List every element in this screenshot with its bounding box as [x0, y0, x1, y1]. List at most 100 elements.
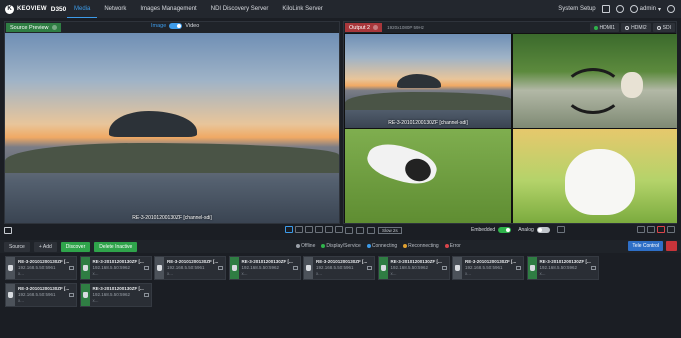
- video-label: Video: [185, 23, 200, 29]
- card-extra: x...: [241, 271, 248, 276]
- embedded-switch[interactable]: [498, 226, 512, 233]
- source-preview-video[interactable]: RE-3-20101200130ZF [channel-sdi]: [5, 33, 339, 223]
- window-icon[interactable]: [601, 5, 610, 13]
- delete-inactive-button[interactable]: Delete Inactive: [94, 241, 138, 252]
- preview-view-controls: [285, 226, 343, 233]
- layout-1-icon[interactable]: [637, 226, 645, 233]
- card-body: RE-3-20101200130ZF [... 192.168.5.50:5961…: [462, 257, 523, 279]
- source-button[interactable]: Source: [4, 241, 30, 252]
- power-icon[interactable]: [667, 5, 675, 13]
- brand-name: KEOVIEW: [17, 6, 47, 12]
- card-preview-icon[interactable]: [143, 266, 149, 270]
- source-card[interactable]: RE-3-20101200130ZF [... 192.168.5.50:5962…: [377, 256, 450, 280]
- tele-control-button[interactable]: Tele Control: [628, 241, 663, 251]
- source-card[interactable]: RE-3-20101200130ZF [... 192.168.5.50:5962…: [526, 256, 599, 280]
- source-device-icon: [231, 265, 237, 271]
- output-tile-1[interactable]: RE-3-20101200130ZF [channel-sdi]: [345, 34, 511, 128]
- output-tab[interactable]: Output 2: [345, 23, 383, 32]
- toolbar-right: Tele Control: [628, 241, 677, 251]
- tele-control-label: Tele Control: [632, 243, 659, 249]
- layout-icon[interactable]: [356, 226, 364, 234]
- source-card[interactable]: RE-3-20101200130ZF [... 192.168.5.50:5962…: [79, 283, 152, 307]
- source-toolbar: Source + Add Discover Delete Inactive Of…: [0, 240, 681, 253]
- snapshot-icon[interactable]: [4, 226, 12, 234]
- source-card[interactable]: RE-3-20101200130ZF [... 192.168.5.50:5961…: [452, 256, 524, 280]
- card-body: RE-3-20101200130ZF [... 192.168.5.50:5962…: [537, 257, 598, 279]
- tab-hdmi2[interactable]: HDMI2: [621, 23, 651, 32]
- source-card[interactable]: RE-3-20101200130ZF [... 192.168.5.50:5962…: [79, 256, 152, 280]
- source-card[interactable]: RE-3-20101200130ZF [... 192.168.5.50:5961…: [5, 256, 77, 280]
- card-preview-icon[interactable]: [143, 293, 149, 297]
- card-extra: x...: [92, 298, 99, 303]
- island-shape: [397, 74, 441, 88]
- coastline-shape: [5, 143, 339, 173]
- tab-hdmi1[interactable]: HDMI1: [589, 23, 620, 32]
- discover-button[interactable]: Discover: [60, 241, 91, 252]
- card-extra: x...: [18, 298, 25, 303]
- card-preview-icon[interactable]: [590, 266, 596, 270]
- status-dot-icon: [625, 25, 630, 30]
- source-card[interactable]: RE-3-20101200130ZF [... 192.168.5.50:5961…: [303, 256, 375, 280]
- logo-icon: K: [5, 4, 14, 14]
- output-tile-2[interactable]: [513, 34, 677, 128]
- card-extra: x...: [18, 271, 25, 276]
- grid-icon[interactable]: [367, 226, 375, 234]
- output-tile-4[interactable]: [513, 129, 677, 223]
- source-card[interactable]: RE-3-20101200130ZF [... 192.168.5.50:5961…: [154, 256, 226, 280]
- audio-settings-icon[interactable]: [556, 226, 565, 233]
- card-body: RE-3-20101200130ZF [... 192.168.5.50:5962…: [90, 284, 151, 306]
- source-preview-tab[interactable]: Source Preview: [6, 23, 61, 32]
- reconnecting-dot-icon: [403, 243, 408, 248]
- source-device-icon: [306, 265, 311, 271]
- tab-sdi[interactable]: SDI: [652, 23, 675, 32]
- add-button[interactable]: + Add: [33, 241, 57, 252]
- card-preview-icon[interactable]: [69, 293, 74, 297]
- view-option-3-icon[interactable]: [305, 226, 313, 233]
- output-menu-icon[interactable]: [373, 25, 379, 30]
- status-dot-icon: [593, 25, 598, 30]
- nav-images-management[interactable]: Images Management: [133, 0, 203, 18]
- source-preview-title: Source Preview: [10, 24, 49, 31]
- user-menu[interactable]: admin ▾: [629, 5, 661, 13]
- source-card[interactable]: RE-3-20101200130ZF [... 192.168.5.50:5961…: [5, 283, 77, 307]
- view-option-6-icon[interactable]: [335, 226, 343, 233]
- language-icon[interactable]: [615, 5, 624, 13]
- layout-9-icon[interactable]: [657, 226, 665, 233]
- card-preview-icon[interactable]: [516, 266, 521, 270]
- source-card[interactable]: RE-3-20101200130ZF [... 192.168.5.50:5962…: [228, 256, 301, 280]
- card-preview-icon[interactable]: [69, 266, 74, 270]
- nav-network[interactable]: Network: [97, 0, 133, 18]
- nav-kilolink-server[interactable]: KiloLink Server: [275, 0, 329, 18]
- card-body: RE-3-20101200130ZF [... 192.168.5.50:5961…: [15, 257, 76, 279]
- image-video-switch[interactable]: [169, 23, 183, 29]
- card-preview-icon[interactable]: [292, 266, 298, 270]
- output-channel-label: RE-3-20101200130ZF [channel-sdi]: [388, 120, 468, 126]
- nav-media[interactable]: Media: [67, 0, 98, 18]
- output-tile-3[interactable]: [345, 129, 511, 223]
- card-preview-icon[interactable]: [367, 266, 372, 270]
- card-status-strip: [453, 257, 462, 279]
- image-video-toggle: Image Video: [151, 23, 199, 29]
- view-option-2-icon[interactable]: [295, 226, 303, 233]
- analog-switch[interactable]: [536, 226, 550, 233]
- output-layout-buttons: [637, 226, 675, 233]
- source-device-icon: [82, 265, 88, 271]
- card-extra: x...: [167, 271, 174, 276]
- delete-icon[interactable]: [666, 241, 677, 251]
- fullscreen-icon[interactable]: [667, 226, 675, 233]
- layout-4-icon[interactable]: [647, 226, 655, 233]
- view-option-5-icon[interactable]: [325, 226, 333, 233]
- speed-select[interactable]: Slow 2s: [378, 226, 402, 234]
- nav-ndi-discovery-server[interactable]: NDI Discovery Server: [204, 0, 276, 18]
- fit-view-icon[interactable]: [285, 226, 293, 233]
- refresh-icon[interactable]: [51, 25, 57, 30]
- preview-channel-label: RE-3-20101200130ZF [channel-sdi]: [132, 215, 212, 221]
- system-setup-link[interactable]: System Setup: [558, 6, 595, 12]
- view-option-4-icon[interactable]: [315, 226, 323, 233]
- tab-hdmi2-label: HDMI2: [631, 24, 647, 31]
- image-icon[interactable]: [345, 226, 353, 234]
- card-preview-icon[interactable]: [441, 266, 447, 270]
- card-status-strip: [527, 257, 537, 279]
- card-preview-icon[interactable]: [218, 266, 223, 270]
- card-body: RE-3-20101200130ZF [... 192.168.5.50:5962…: [388, 257, 449, 279]
